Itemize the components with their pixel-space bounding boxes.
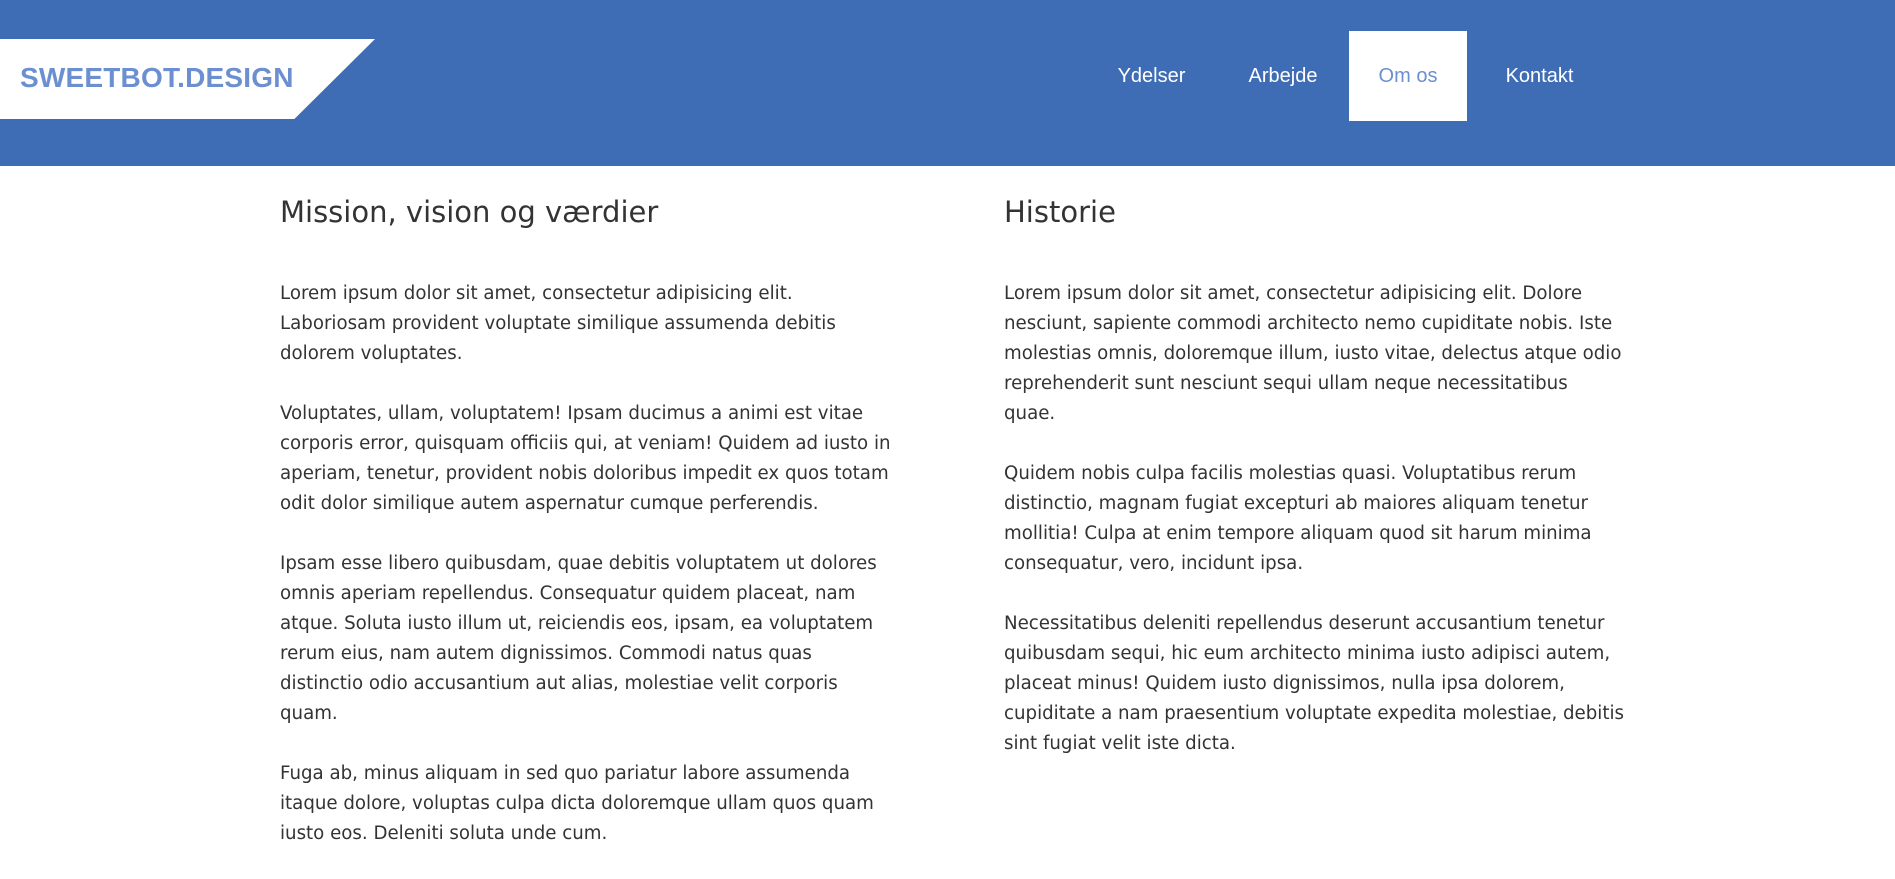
mission-paragraph: Voluptates, ullam, voluptatem! Ipsam duc… [280,403,891,514]
nav-item-kontakt[interactable]: Kontakt [1467,31,1612,121]
history-paragraph: Lorem ipsum dolor sit amet, consectetur … [1004,283,1622,424]
nav-item-arbejde[interactable]: Arbejde [1217,31,1349,121]
mission-section: Mission, vision og værdier Lorem ipsum d… [280,190,900,879]
nav-item-ydelser[interactable]: Ydelser [1086,31,1217,121]
brand-name[interactable]: SWEETBOT.DESIGN [20,62,294,94]
history-paragraph: Quidem nobis culpa facilis molestias qua… [1004,463,1592,574]
history-section: Historie Lorem ipsum dolor sit amet, con… [1004,190,1624,789]
history-heading: Historie [1004,195,1116,229]
logo[interactable]: SWEETBOT.DESIGN [0,39,375,119]
mission-paragraph: Lorem ipsum dolor sit amet, consectetur … [280,283,836,364]
site-header: SWEETBOT.DESIGN Ydelser Arbejde Om os Ko… [0,0,1895,166]
nav-item-om-os[interactable]: Om os [1349,31,1467,121]
mission-paragraph: Fuga ab, minus aliquam in sed quo pariat… [280,763,874,844]
main-nav: Ydelser Arbejde Om os Kontakt [1086,31,1612,121]
mission-paragraph: Ipsam esse libero quibusdam, quae debiti… [280,553,877,724]
history-paragraph: Necessitatibus deleniti repellendus dese… [1004,613,1625,754]
mission-heading: Mission, vision og værdier [280,195,659,229]
